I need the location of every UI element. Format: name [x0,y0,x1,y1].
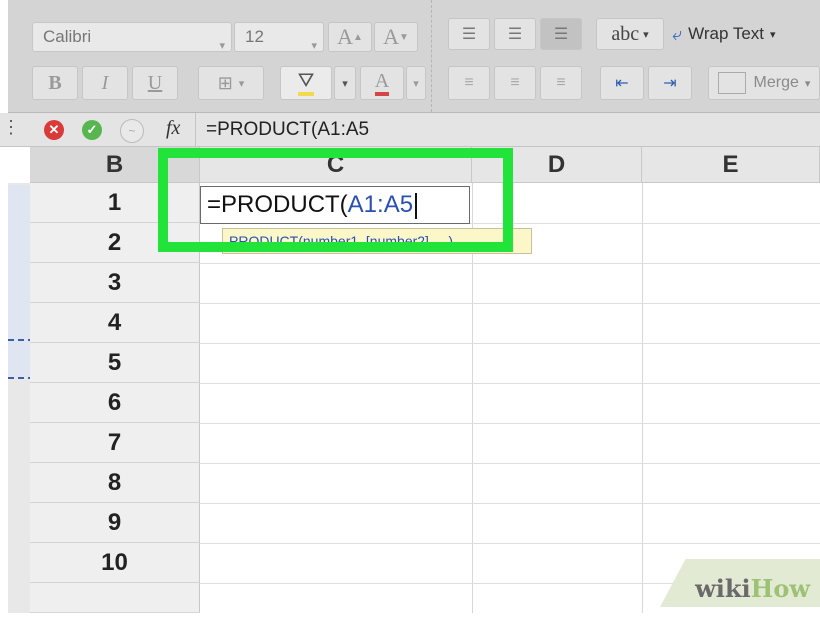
cell-b7[interactable]: 7 [30,423,200,463]
cell-b10[interactable]: 10 [30,543,200,583]
chevron-down-icon: ▾ [342,77,348,90]
chevron-down-icon: ▾ [238,77,245,90]
align-left-icon: ≡ [464,74,474,91]
paint-bucket-icon: ⛛ [297,70,315,96]
fill-color-button[interactable]: ⛛ [280,66,332,100]
font-name-dropdown[interactable]: Calibri ▾ [32,22,232,52]
font-color-icon: A [374,70,390,96]
chevron-down-icon: ▾ [413,77,419,90]
gridline [200,543,820,544]
merge-label: Merge [753,74,799,91]
wrap-text-button[interactable]: ⤶ Wrap Text ▾ [672,18,820,50]
formula-bar-divider [195,113,196,146]
chevron-down-icon: ▾ [643,28,649,41]
align-middle-icon: ☰ [507,26,523,43]
align-top-button[interactable]: ☰ [448,18,490,50]
merge-icon [717,72,746,94]
text-orientation-label: abc [611,22,640,45]
text-orientation-button[interactable]: abc ▾ [596,18,664,50]
gridline [642,183,643,613]
chevron-down-icon: ▾ [770,28,776,41]
increase-indent-icon: ⇥ [663,75,677,92]
align-top-icon: ☰ [461,26,477,43]
gridline [200,303,820,304]
column-header-e[interactable]: E [642,147,820,183]
font-color-dropdown[interactable]: ▾ [406,66,426,100]
cell-b8[interactable]: 8 [30,463,200,503]
grow-font-icon: A [337,24,353,49]
ribbon-divider [431,0,433,112]
fx-label[interactable]: fx [166,117,180,140]
align-bottom-button[interactable]: ☰ [540,18,582,50]
align-center-button[interactable]: ≡ [494,66,536,100]
cell-b11[interactable] [30,583,200,613]
bold-button[interactable]: B [32,66,78,100]
cancel-icon[interactable]: ✕ [44,120,64,140]
underline-button[interactable]: U [132,66,178,100]
font-color-button[interactable]: A [360,66,404,100]
name-box-arrow-icon[interactable]: ⋮ [2,117,20,138]
align-center-icon: ≡ [510,74,520,91]
italic-label: I [101,71,109,94]
shrink-font-button[interactable]: A ▼ [374,22,418,52]
borders-button[interactable]: ⊞ ▾ [198,66,264,100]
watermark-logo: wikiHow [695,574,810,603]
grow-font-button[interactable]: A ▲ [328,22,372,52]
formula-input[interactable]: =PRODUCT(A1:A5 [206,119,369,141]
align-left-button[interactable]: ≡ [448,66,490,100]
ribbon-toolbar: Calibri ▾ 12 ▾ A ▲ A ▼ B I U ⊞ ▾ ⛛ ▾ A ▾ ☰ … [8,0,820,113]
formula-bar: ⋮ ✕ ✓ ~ fx =PRODUCT(A1:A5 [0,113,820,147]
align-right-button[interactable]: ≡ [540,66,582,100]
cell-b3[interactable]: 3 [30,263,200,303]
underline-label: U [147,71,163,94]
fill-color-dropdown[interactable]: ▾ [334,66,356,100]
watermark-wiki: wiki [695,574,751,603]
bold-label: B [48,71,62,94]
align-bottom-icon: ☰ [553,26,569,43]
decrease-indent-button[interactable]: ⇤ [600,66,644,100]
align-middle-button[interactable]: ☰ [494,18,536,50]
decrease-indent-icon: ⇤ [615,75,629,92]
cell-b5[interactable]: 5 [30,343,200,383]
merge-button[interactable]: Merge ▾ [708,66,820,100]
wrap-text-label: Wrap Text [688,24,764,43]
insert-function-icon[interactable]: ~ [120,119,144,143]
borders-icon: ⊞ [217,72,233,93]
chevron-down-icon: ▾ [311,40,317,52]
gridline [200,463,820,464]
gridline [200,263,820,264]
font-size-value: 12 [245,27,264,46]
confirm-icon[interactable]: ✓ [82,120,102,140]
font-size-dropdown[interactable]: 12 ▾ [234,22,324,52]
highlight-box [158,148,513,252]
font-name-value: Calibri [43,27,92,46]
shrink-font-icon: A [383,24,399,49]
gridline [200,423,820,424]
wrap-text-icon: ⤶ [672,23,683,44]
chevron-down-icon: ▾ [219,40,225,52]
italic-button[interactable]: I [82,66,128,100]
cell-b9[interactable]: 9 [30,503,200,543]
increase-indent-button[interactable]: ⇥ [648,66,692,100]
gridline [200,383,820,384]
cell-b6[interactable]: 6 [30,383,200,423]
cell-b4[interactable]: 4 [30,303,200,343]
align-right-icon: ≡ [556,74,566,91]
chevron-down-icon: ▾ [804,77,811,90]
gridline [200,503,820,504]
watermark-how: How [750,574,810,603]
gridline [200,343,820,344]
